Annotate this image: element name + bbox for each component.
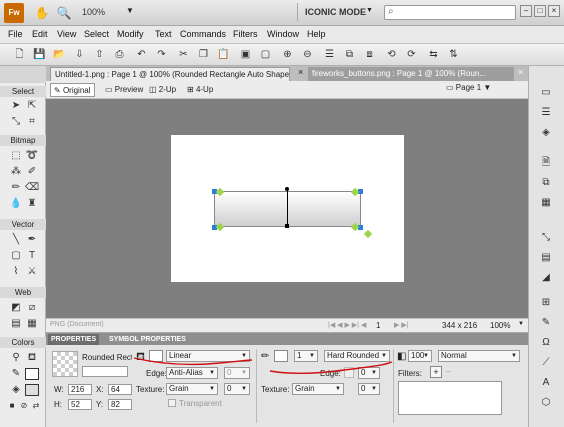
- red-annotation-underlines: [133, 357, 393, 375]
- annotation-underline-stroke: [269, 361, 393, 375]
- annotation-underline-fill: [133, 357, 253, 366]
- fireworks-window: Fw ✋ 🔍 100% ▼ ICONIC MODE ▼ ⌕ – □ × File…: [0, 0, 564, 427]
